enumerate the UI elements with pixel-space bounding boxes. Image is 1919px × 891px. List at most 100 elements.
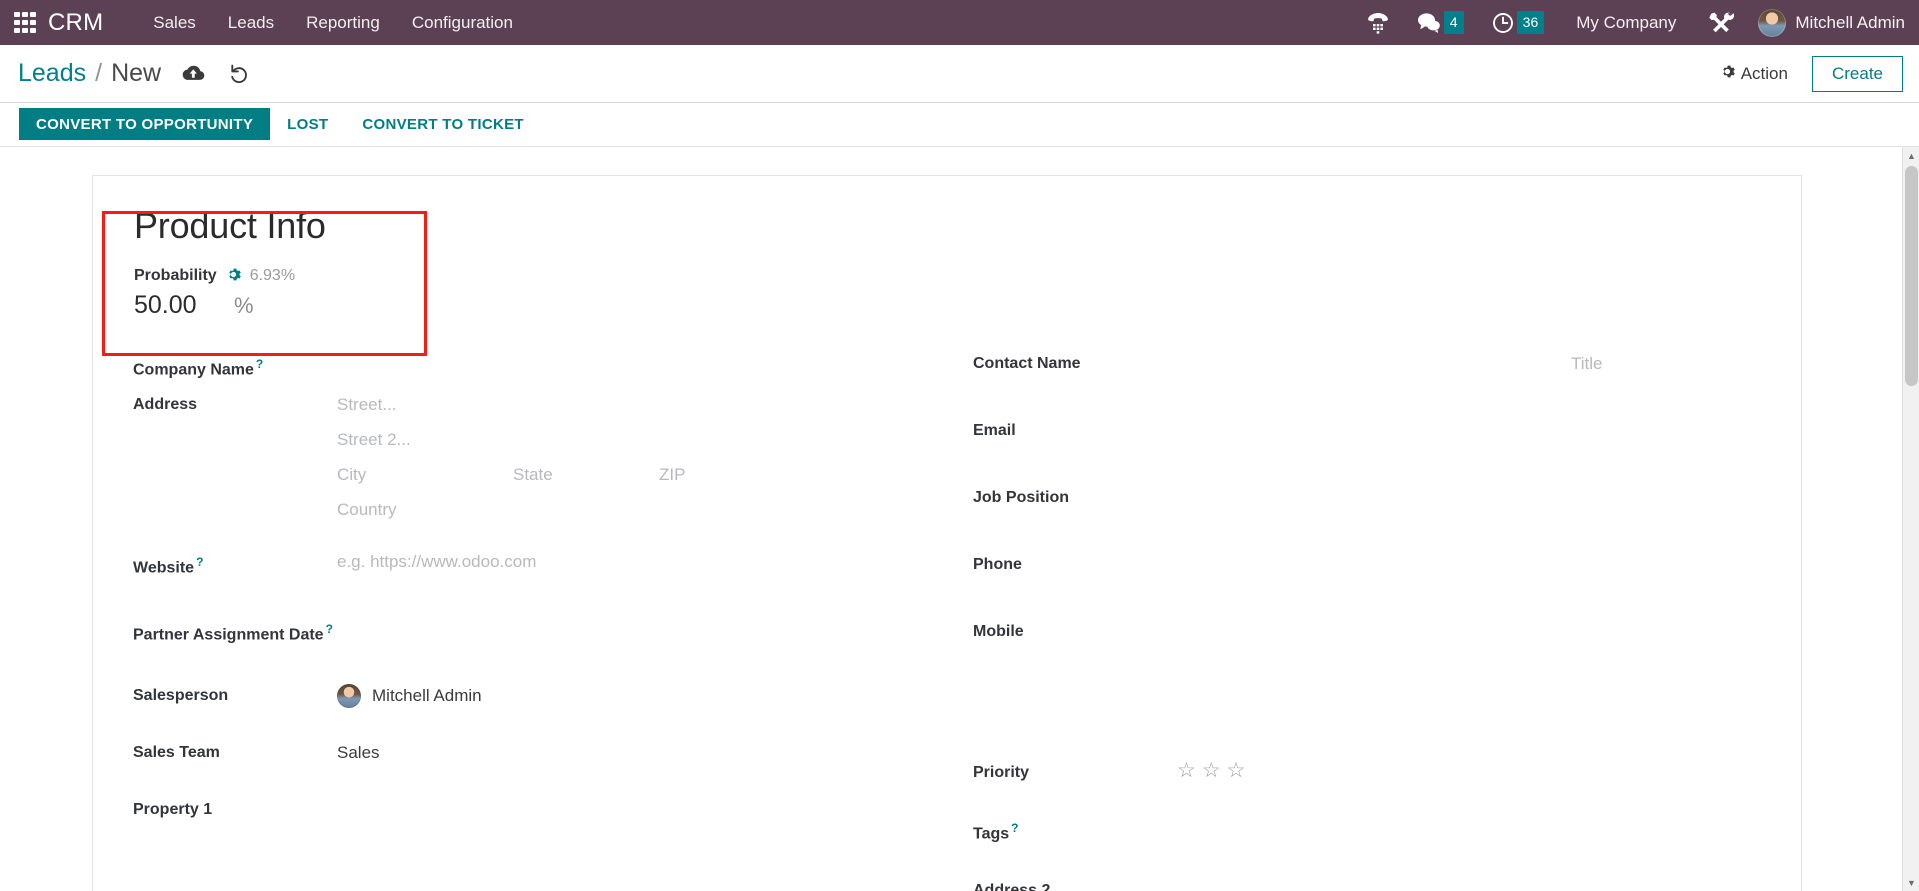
tools-wrench-screwdriver-icon[interactable] [1694,0,1748,45]
create-button[interactable]: Create [1811,55,1903,92]
undo-discard-icon[interactable] [229,63,250,84]
form-left-column: Company Name? Address Street... Street 2… [133,350,959,891]
phone-label: Phone [973,555,1022,573]
priority-label: Priority [973,763,1030,781]
mobile-input[interactable] [1177,618,1761,642]
field-property-1: Property 1 [133,796,959,837]
address-street2-input[interactable]: Street 2... [337,428,959,452]
breadcrumb-separator: / [95,59,103,87]
convert-to-ticket-button[interactable]: Convert to Ticket [345,108,541,140]
job-position-label: Job Position [973,488,1069,506]
address-city-input[interactable]: City [337,463,513,487]
help-icon[interactable]: ? [326,622,333,636]
job-position-input[interactable] [1177,484,1761,508]
help-icon[interactable]: ? [1011,821,1018,835]
field-company-name: Company Name? [133,350,959,391]
gear-icon[interactable] [226,267,241,285]
action-label: Action [1740,63,1788,83]
company-name-input[interactable] [337,350,959,374]
partner-assignment-date-label-text: Partner Assignment Date [133,625,324,643]
field-tags: Tags? [973,814,1761,855]
breadcrumb-current: New [111,59,162,87]
systray: 4 36 My Company Mitchell Admin [1353,0,1919,45]
gear-icon [1720,64,1735,84]
field-sales-team: Sales Team Sales [133,739,959,780]
address-zip-input[interactable]: ZIP [659,463,759,487]
address-street-input[interactable]: Street... [337,393,959,417]
field-phone: Phone [973,551,1761,592]
phone-input[interactable] [1177,551,1761,575]
app-brand-crm[interactable]: CRM [48,9,103,37]
field-priority: Priority ☆ ☆ ☆ [973,759,1761,800]
control-panel-right: Action Create [1712,55,1903,92]
scroll-down-arrow-icon[interactable]: ▼ [1903,874,1919,891]
action-menu-button[interactable]: Action [1712,60,1796,88]
probability-label: Probability [134,266,217,284]
address-country-input[interactable]: Country [337,498,959,522]
scrollbar-thumb[interactable] [1905,166,1918,386]
address-state-input[interactable]: State [513,463,659,487]
company-name-label-text: Company Name [133,360,254,378]
menu-sales[interactable]: Sales [137,13,212,33]
breadcrumb-leads[interactable]: Leads [18,59,86,88]
messages-counter[interactable]: 4 [1403,0,1478,45]
address-fields-group: Street... Street 2... City State ZIP Cou… [337,391,959,522]
cloud-upload-save-icon[interactable] [181,64,205,83]
address-label: Address [133,395,198,413]
partner-assignment-date-input[interactable] [337,615,959,639]
field-partner-assignment-date: Partner Assignment Date? [133,615,959,656]
vertical-scrollbar[interactable]: ▲ ▼ [1902,147,1919,891]
priority-star-widget[interactable]: ☆ ☆ ☆ [1177,759,1761,783]
priority-star-3[interactable]: ☆ [1227,760,1246,783]
probability-input[interactable] [134,290,212,320]
chat-bubble-icon [1417,12,1440,33]
field-contact-name: Contact Name Title [973,350,1761,391]
website-label-text: Website [133,558,195,576]
breadcrumb: Leads / New [18,59,161,88]
messages-count-badge: 4 [1443,11,1464,34]
form-scroll-area: Product Info Probability 6.93% % [0,147,1919,891]
salesperson-input[interactable]: Mitchell Admin [337,682,959,708]
record-title-block: Product Info Probability 6.93% % [133,206,1761,320]
user-name-label: Mitchell Admin [1795,12,1905,32]
field-website: Website? e.g. https://www.odoo.com [133,548,959,589]
page-title: Product Info [134,205,326,246]
email-label: Email [973,421,1016,439]
company-name-label: Company Name? [133,350,337,381]
statusbar: Convert to Opportunity Lost Convert to T… [0,103,1919,147]
avatar [1758,8,1787,37]
menu-leads[interactable]: Leads [212,13,290,33]
contact-name-row: Title [1177,350,1761,376]
website-input[interactable]: e.g. https://www.odoo.com [337,548,959,574]
tags-input[interactable] [1177,814,1761,838]
probability-computed-value: 6.93% [249,266,296,284]
apps-grid-icon[interactable] [14,11,36,34]
contact-title-input[interactable]: Title [1571,352,1761,376]
website-label: Website? [133,548,337,579]
field-address: Address Street... Street 2... City State… [133,391,959,522]
menu-reporting[interactable]: Reporting [290,13,396,33]
sales-team-input[interactable]: Sales [337,739,959,765]
phone-dialpad-icon[interactable] [1353,0,1403,45]
convert-to-opportunity-button[interactable]: Convert to Opportunity [19,108,271,140]
user-menu[interactable]: Mitchell Admin [1748,8,1905,37]
mobile-label: Mobile [973,622,1024,640]
lost-button[interactable]: Lost [270,108,345,140]
address-city-state-zip-row: City State ZIP [337,463,959,487]
priority-star-2[interactable]: ☆ [1202,760,1221,783]
help-icon[interactable]: ? [196,555,203,569]
scroll-up-arrow-icon[interactable]: ▲ [1903,147,1919,164]
form-sheet: Product Info Probability 6.93% % [92,175,1802,891]
menu-configuration[interactable]: Configuration [396,13,529,33]
priority-star-1[interactable]: ☆ [1177,760,1196,783]
control-panel: Leads / New Action Create [0,45,1919,103]
tags-label-text: Tags [973,824,1010,842]
field-mobile: Mobile [973,618,1761,659]
property-1-label: Property 1 [133,800,213,818]
activities-counter[interactable]: 36 [1478,0,1559,45]
help-icon[interactable]: ? [256,357,263,371]
form-fields-grid: Company Name? Address Street... Street 2… [133,350,1761,891]
email-input[interactable] [1177,417,1761,441]
company-switcher[interactable]: My Company [1558,13,1694,33]
probability-label-row: Probability 6.93% [134,267,1761,285]
